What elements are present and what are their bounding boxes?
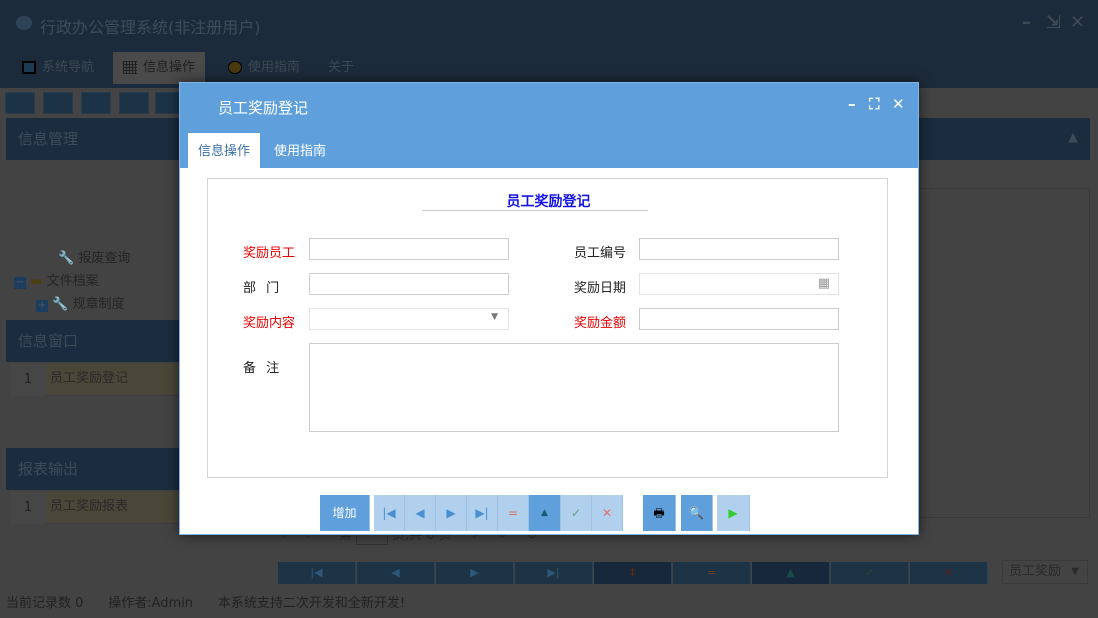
amount-input[interactable] [639,308,839,330]
date-input[interactable]: ▦ [639,273,839,295]
last-button[interactable]: ▶| [467,495,498,531]
info-mgmt-header[interactable]: 信息管理 [6,118,180,160]
tree-item-files[interactable]: − ▬ 文件档案 [14,270,99,289]
info-window-header[interactable]: 信息窗口 [6,320,180,362]
cancel-button[interactable]: ✕ [592,495,623,531]
add-button[interactable]: 增加 [320,495,370,531]
status-note: 本系统支持二次开发和全新开发! [218,596,405,611]
tab-system-nav[interactable]: 系统导航 [12,52,104,84]
calendar-icon[interactable]: ▦ [818,276,830,291]
dept-label: 部 门 [243,277,282,296]
row-label: 员工奖励登记 [50,364,128,394]
user-tool-button[interactable] [119,92,149,114]
row-number: 1 [10,492,46,524]
date-label: 奖励日期 [574,277,626,296]
run-button[interactable]: ▶ [717,495,750,531]
confirm-button[interactable]: ✓ [561,495,592,531]
chevron-down-icon: ▼ [491,312,498,322]
first-record-button[interactable]: |◀ [278,562,356,584]
row-label: 员工奖励报表 [50,492,128,522]
content-select[interactable]: ▼ [309,308,509,330]
form-title: 员工奖励登记 [208,191,889,211]
next-button[interactable]: ▶ [436,495,467,531]
row-number: 1 [10,364,46,396]
chevron-down-icon: ▼ [1071,561,1079,583]
next-record-button[interactable]: ▶ [436,562,514,584]
tree-item-rules[interactable]: + 🔧 规章制度 [36,293,124,312]
list-tool-button[interactable] [43,92,73,114]
tab-label: 信息操作 [143,60,195,75]
tab-label: 系统导航 [42,60,94,75]
tab-label: 关于 [328,60,354,75]
expand-icon[interactable]: + [36,300,48,312]
tab-label: 使用指南 [248,60,300,75]
prev-button[interactable]: ◀ [405,495,436,531]
app-title: 行政办公管理系统(非注册用户) [40,14,261,38]
collapse-up-icon[interactable]: ▲ [1068,130,1078,145]
remark-label: 备 注 [243,357,282,376]
employee-label: 奖励员工 [243,242,295,261]
last-record-button[interactable]: ▶| [515,562,593,584]
insert-button[interactable]: ‡ [594,562,672,584]
dialog-close-icon[interactable]: ✕ [892,95,905,113]
content-label: 奖励内容 [243,312,295,331]
tree-item-scrap-query[interactable]: 🔧 报废查询 [58,247,130,266]
edit-button[interactable]: ▲ [529,495,561,531]
minimize-icon[interactable]: – [1022,12,1031,33]
grid-icon [123,61,137,74]
emp-no-label: 员工编号 [574,242,626,261]
report-select[interactable]: 员工奖励 ▼ [1002,560,1088,584]
search-tool-button[interactable] [5,92,35,114]
report-row[interactable]: 1员工奖励报表 [10,492,180,524]
status-bar: 当前记录数 0 操作者:Admin 本系统支持二次开发和全新开发! [6,592,405,611]
app-logo [16,16,32,30]
emp-no-input[interactable] [639,238,839,260]
dialog-maximize-icon[interactable]: ⛶ [869,95,880,113]
dialog-tab-guide[interactable]: 使用指南 [264,133,336,168]
print-button[interactable]: 🖶 [643,495,676,531]
help-icon [228,61,242,74]
operator: 操作者:Admin [108,596,193,611]
confirm-button[interactable]: ✓ [831,562,909,584]
first-button[interactable]: |◀ [374,495,405,531]
close-icon[interactable]: ✕ [1070,12,1085,33]
tab-guide[interactable]: 使用指南 [218,52,310,84]
select-value: 员工奖励 [1009,564,1061,579]
window-row[interactable]: 1员工奖励登记 [10,364,180,396]
tab-info-ops[interactable]: 信息操作 [113,52,205,84]
report-output-header[interactable]: 报表输出 [6,448,180,490]
document-tool-button[interactable] [81,92,111,114]
amount-label: 奖励金额 [574,312,626,331]
collapse-icon[interactable]: − [14,277,26,289]
print-preview-button[interactable]: 🔍 [681,495,713,531]
monitor-icon [22,61,36,74]
remark-textarea[interactable] [309,343,839,432]
tree-label: 报废查询 [78,251,130,266]
dialog-minimize-icon[interactable]: – [848,95,856,113]
title-underline [422,210,648,211]
dept-input[interactable] [309,273,509,295]
prev-record-button[interactable]: ◀ [357,562,435,584]
employee-reward-dialog: 员工奖励登记 – ⛶ ✕ 信息操作 使用指南 员工奖励登记 奖励员工 员工编号 … [179,82,919,535]
dialog-title: 员工奖励登记 [218,97,308,118]
cancel-button[interactable]: ✕ [910,562,988,584]
record-count: 当前记录数 0 [6,596,83,611]
edit-button[interactable]: ▲ [752,562,830,584]
tree-label: 规章制度 [72,297,124,312]
folder-icon: ▬ [30,274,42,289]
tab-about[interactable]: 关于 [300,52,364,84]
employee-input[interactable] [309,238,509,260]
delete-button[interactable]: = [673,562,751,584]
tree-label: 文件档案 [47,274,99,289]
delete-button[interactable]: = [498,495,529,531]
restore-icon[interactable]: ⇲ [1046,12,1061,33]
dialog-tab-info-ops[interactable]: 信息操作 [188,133,260,168]
